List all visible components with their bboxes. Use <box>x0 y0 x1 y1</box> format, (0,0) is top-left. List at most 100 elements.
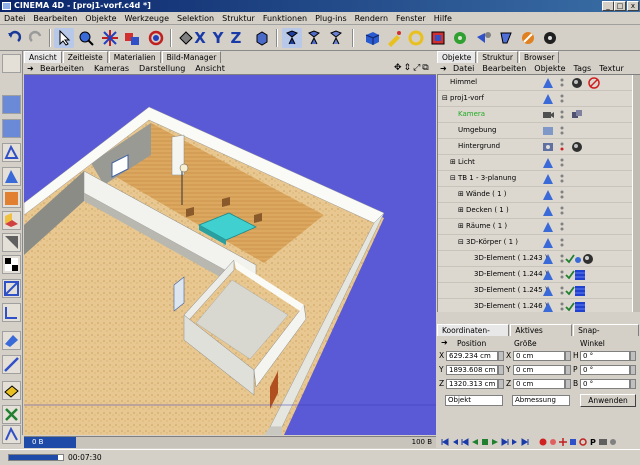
el-object-icon[interactable] <box>542 301 554 312</box>
object-row[interactable]: ⊟ proj1-vorf <box>438 91 633 107</box>
object-name[interactable]: 3D-Element ( 1.243 ) <box>474 254 548 262</box>
object-row[interactable]: 3D-Element ( 1.244 ) <box>438 267 633 283</box>
menu-funktionen[interactable]: Funktionen <box>263 14 307 23</box>
object-name[interactable]: Kamera <box>458 110 485 118</box>
object-row[interactable]: 3D-Element ( 1.246 ) <box>438 299 633 312</box>
tool-texture-icon[interactable] <box>2 189 21 208</box>
object-row[interactable]: Himmel <box>438 75 633 91</box>
viewport-nav-icons[interactable]: ✥⇕⤢⧉ <box>394 63 431 73</box>
render-region-icon[interactable] <box>304 28 324 48</box>
keyframe-move-icon[interactable] <box>559 438 567 446</box>
visibility-dots-icon[interactable] <box>559 110 565 122</box>
visibility-dots-icon[interactable] <box>559 142 565 154</box>
angle-stepper[interactable] <box>630 351 636 361</box>
tool-snap-icon[interactable] <box>2 279 21 298</box>
viewport-menu-darstellung[interactable]: Darstellung <box>139 64 185 73</box>
phong-tag-icon[interactable] <box>574 253 593 264</box>
x-axis-lock[interactable]: X <box>190 28 210 48</box>
redo-icon[interactable] <box>26 28 46 48</box>
visibility-dots-icon[interactable] <box>559 238 565 250</box>
tool-sculpt-icon[interactable] <box>2 405 21 424</box>
object-row[interactable]: Kamera <box>438 107 633 123</box>
angle-field[interactable]: 0 ° <box>580 351 630 361</box>
rotate-icon[interactable] <box>146 28 166 48</box>
object-name[interactable]: Decken ( 1 ) <box>466 206 509 214</box>
target-tag-icon[interactable] <box>571 109 582 120</box>
timeline[interactable]: 0 B 100 B <box>24 436 436 448</box>
expand-toggle-icon[interactable]: ⊞ <box>458 206 464 214</box>
material-tag-icon[interactable] <box>571 141 582 152</box>
obj-menu-bearbeiten[interactable]: Bearbeiten <box>482 64 526 73</box>
keyframe-pla-icon[interactable] <box>599 438 607 446</box>
record-icon[interactable] <box>539 438 547 446</box>
tab-browser[interactable]: Browser <box>518 51 560 63</box>
menu-hilfe[interactable]: Hilfe <box>434 14 452 23</box>
close-button[interactable]: x <box>627 1 639 11</box>
null-object-icon[interactable] <box>542 237 554 251</box>
texture-tag-icon[interactable] <box>574 269 585 280</box>
object-name[interactable]: TB 1 - 3-planung <box>458 174 516 182</box>
keyframe-param-icon[interactable]: P <box>589 438 597 446</box>
position-field[interactable]: 1893.608 cm <box>446 365 498 375</box>
visibility-dots-icon[interactable] <box>559 222 565 234</box>
texture-tag-icon[interactable] <box>574 301 585 312</box>
position-stepper[interactable] <box>498 365 504 375</box>
tab-zeitleiste[interactable]: Zeitleiste <box>62 51 108 63</box>
menu-objekte[interactable]: Objekte <box>85 14 116 23</box>
goto-start-icon[interactable] <box>441 438 449 446</box>
tab-ansicht[interactable]: Ansicht <box>24 51 62 63</box>
tool-workplane-icon[interactable] <box>2 211 21 230</box>
viewport-menu-kameras[interactable]: Kameras <box>94 64 129 73</box>
object-row[interactable]: Hintergrund <box>438 139 633 155</box>
sky-object-icon[interactable] <box>542 77 554 91</box>
object-name[interactable]: proj1-vorf <box>450 94 484 102</box>
scene-camera-icon[interactable] <box>474 28 494 48</box>
object-row[interactable]: ⊟ 3D-Körper ( 1 ) <box>438 235 633 251</box>
y-axis-lock[interactable]: Y <box>208 28 228 48</box>
el-object-icon[interactable] <box>542 253 554 267</box>
coordinate-system-icon[interactable] <box>252 28 272 48</box>
el-object-icon[interactable] <box>542 269 554 283</box>
tab-aktives-werkzeug[interactable]: Aktives Werkzeug <box>510 324 573 346</box>
material-icon[interactable] <box>518 28 538 48</box>
menu-selektion[interactable]: Selektion <box>177 14 214 23</box>
tool-points-icon[interactable] <box>2 119 21 138</box>
tab-objekte[interactable]: Objekte <box>437 51 477 63</box>
object-name[interactable]: Umgebung <box>458 126 496 134</box>
object-row[interactable]: 3D-Element ( 1.243 ) <box>438 251 633 267</box>
goto-end-icon[interactable] <box>521 438 529 446</box>
null-object-icon[interactable] <box>542 221 554 235</box>
size-stepper[interactable] <box>565 351 571 361</box>
minimize-button[interactable]: _ <box>602 1 614 11</box>
null-object-icon[interactable] <box>542 205 554 219</box>
tool-polygons-icon[interactable] <box>2 167 21 186</box>
menu-datei[interactable]: Datei <box>4 14 25 23</box>
obj-menu-textur[interactable]: Textur <box>599 64 624 73</box>
angle-field[interactable]: 0 ° <box>580 365 630 375</box>
angle-field[interactable]: 0 ° <box>580 379 630 389</box>
object-name[interactable]: Wände ( 1 ) <box>466 190 507 198</box>
expand-toggle-icon[interactable]: ⊞ <box>450 158 456 166</box>
render-picture-viewer-icon[interactable] <box>326 28 346 48</box>
undo-icon[interactable] <box>4 28 24 48</box>
light-icon[interactable] <box>496 28 516 48</box>
object-row[interactable]: ⊞ Decken ( 1 ) <box>438 203 633 219</box>
object-name[interactable]: Hintergrund <box>458 142 500 150</box>
select-arrow-icon[interactable] <box>54 28 74 48</box>
3d-viewport[interactable] <box>24 75 436 435</box>
tool-edges-icon[interactable] <box>2 143 21 162</box>
el-object-icon[interactable] <box>542 285 554 299</box>
tab-bild-manager[interactable]: Bild-Manager <box>161 51 222 63</box>
nurbs-icon[interactable] <box>406 28 426 48</box>
deformer-icon[interactable] <box>450 28 470 48</box>
tool-magnet-icon[interactable] <box>2 381 21 400</box>
object-row[interactable]: ⊞ Licht <box>438 155 633 171</box>
size-field[interactable]: 0 cm <box>513 379 565 389</box>
cube-object-icon[interactable] <box>362 28 382 48</box>
menu-werkzeuge[interactable]: Werkzeuge <box>125 14 169 23</box>
viewport-menu-ansicht[interactable]: Ansicht <box>195 64 225 73</box>
array-object-icon[interactable] <box>428 28 448 48</box>
prev-key-icon[interactable] <box>451 438 459 446</box>
visibility-dots-icon[interactable] <box>559 126 565 138</box>
play-backward-icon[interactable] <box>471 438 479 446</box>
